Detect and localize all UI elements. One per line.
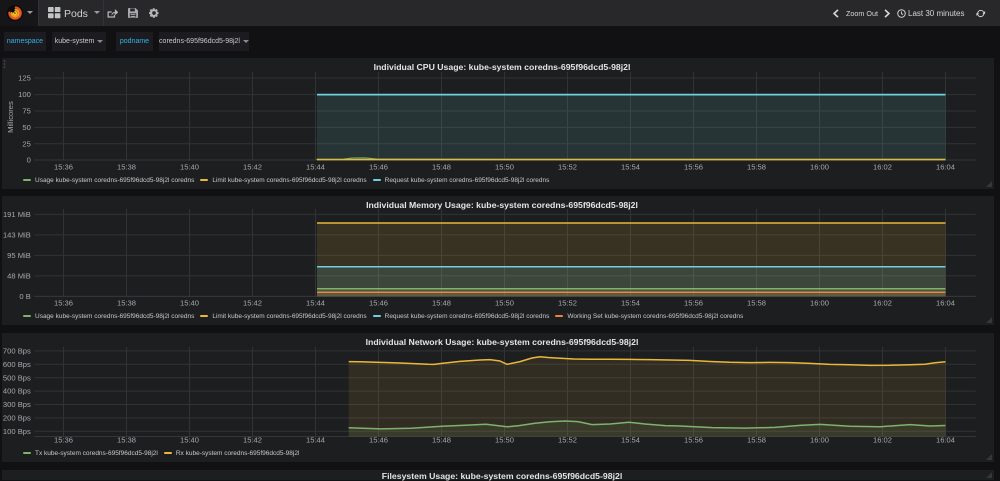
svg-text:100 Bps: 100 Bps <box>3 427 31 436</box>
svg-text:16:00: 16:00 <box>810 435 829 444</box>
svg-text:15:58: 15:58 <box>747 435 766 444</box>
svg-text:15:38: 15:38 <box>117 162 136 171</box>
svg-text:15:40: 15:40 <box>180 299 199 308</box>
svg-text:15:58: 15:58 <box>747 299 766 308</box>
svg-text:16:02: 16:02 <box>873 162 892 171</box>
svg-text:15:56: 15:56 <box>684 162 703 171</box>
svg-text:15:52: 15:52 <box>558 435 577 444</box>
svg-text:75: 75 <box>22 107 30 116</box>
svg-text:15:52: 15:52 <box>558 299 577 308</box>
svg-text:15:38: 15:38 <box>117 435 136 444</box>
svg-text:15:40: 15:40 <box>180 162 199 171</box>
svg-text:15:38: 15:38 <box>117 299 136 308</box>
svg-text:15:48: 15:48 <box>432 299 451 308</box>
svg-text:15:44: 15:44 <box>306 435 325 444</box>
svg-text:16:02: 16:02 <box>873 299 892 308</box>
svg-text:15:50: 15:50 <box>495 299 514 308</box>
svg-text:48 MiB: 48 MiB <box>7 272 31 281</box>
svg-text:95 MiB: 95 MiB <box>7 251 31 260</box>
svg-text:15:50: 15:50 <box>495 162 514 171</box>
svg-text:16:00: 16:00 <box>810 299 829 308</box>
svg-text:16:00: 16:00 <box>810 162 829 171</box>
svg-text:15:42: 15:42 <box>243 162 262 171</box>
svg-text:15:40: 15:40 <box>180 435 199 444</box>
svg-text:0 B: 0 B <box>19 292 30 301</box>
svg-text:15:54: 15:54 <box>621 435 640 444</box>
svg-text:15:54: 15:54 <box>621 162 640 171</box>
svg-text:16:04: 16:04 <box>936 435 955 444</box>
svg-text:15:46: 15:46 <box>369 435 388 444</box>
svg-text:15:58: 15:58 <box>747 162 766 171</box>
svg-text:50: 50 <box>22 123 30 132</box>
svg-text:600 Bps: 600 Bps <box>3 360 31 369</box>
svg-text:25: 25 <box>22 139 30 148</box>
svg-text:15:42: 15:42 <box>243 299 262 308</box>
svg-text:Millicores: Millicores <box>6 101 15 133</box>
svg-text:15:56: 15:56 <box>684 299 703 308</box>
svg-text:15:56: 15:56 <box>684 435 703 444</box>
svg-text:16:04: 16:04 <box>936 299 955 308</box>
svg-text:300 Bps: 300 Bps <box>3 400 31 409</box>
svg-text:15:50: 15:50 <box>495 435 514 444</box>
svg-text:15:36: 15:36 <box>54 162 73 171</box>
svg-text:16:04: 16:04 <box>936 162 955 171</box>
svg-text:700 Bps: 700 Bps <box>3 347 31 356</box>
svg-text:15:44: 15:44 <box>306 299 325 308</box>
svg-text:15:46: 15:46 <box>369 162 388 171</box>
svg-text:191 MiB: 191 MiB <box>3 210 31 219</box>
svg-text:15:48: 15:48 <box>432 162 451 171</box>
svg-text:16:02: 16:02 <box>873 435 892 444</box>
svg-text:100: 100 <box>18 90 31 99</box>
svg-text:15:44: 15:44 <box>306 162 325 171</box>
svg-text:15:54: 15:54 <box>621 299 640 308</box>
svg-text:200 Bps: 200 Bps <box>3 414 31 423</box>
svg-text:15:36: 15:36 <box>54 435 73 444</box>
svg-text:125: 125 <box>18 74 31 83</box>
svg-text:15:36: 15:36 <box>54 299 73 308</box>
svg-text:0: 0 <box>27 156 31 165</box>
svg-text:400 Bps: 400 Bps <box>3 387 31 396</box>
svg-text:15:52: 15:52 <box>558 162 577 171</box>
svg-text:500 Bps: 500 Bps <box>3 373 31 382</box>
svg-text:15:46: 15:46 <box>369 299 388 308</box>
svg-text:15:42: 15:42 <box>243 435 262 444</box>
svg-text:143 MiB: 143 MiB <box>3 231 31 240</box>
svg-text:15:48: 15:48 <box>432 435 451 444</box>
